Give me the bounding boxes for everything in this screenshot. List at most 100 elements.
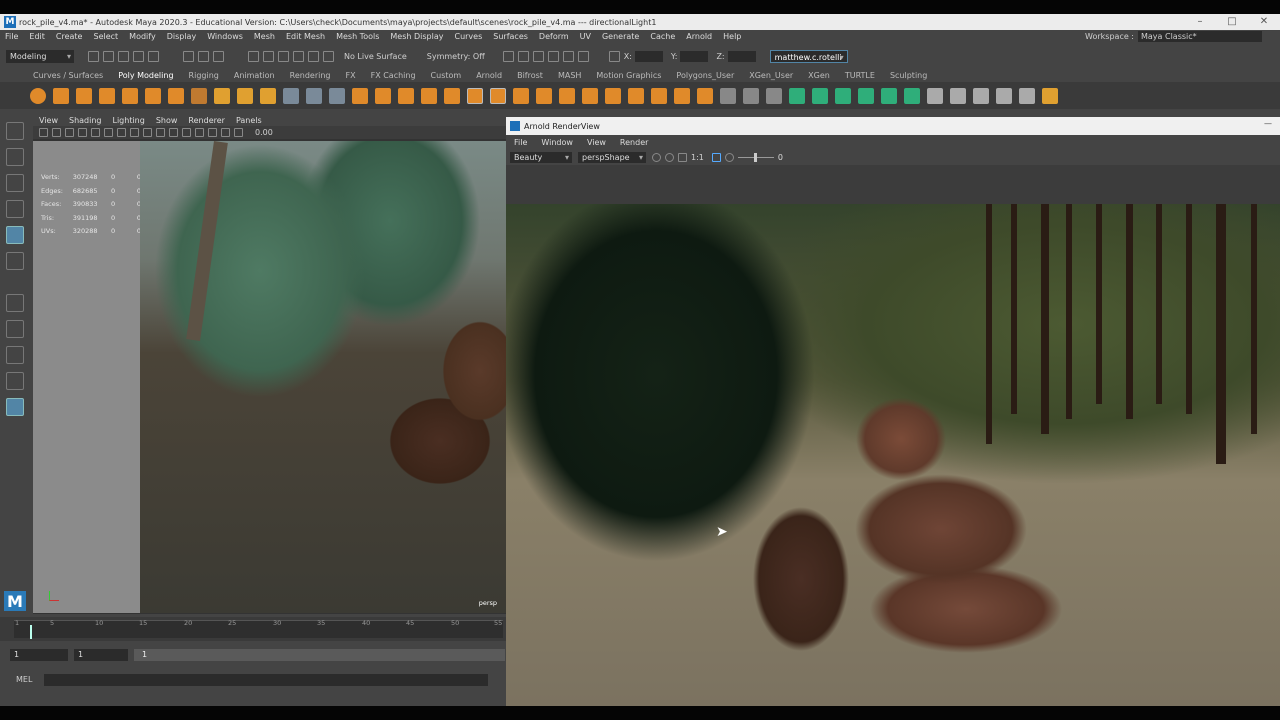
menu-display[interactable]: Display (167, 32, 197, 41)
render-frame-icon[interactable] (502, 50, 514, 62)
grid-toggle-icon[interactable] (91, 128, 100, 137)
pivot-tool-icon[interactable] (306, 87, 322, 104)
current-frame-marker[interactable] (30, 625, 32, 639)
shelf-tab-xgen-user[interactable]: XGen_User (749, 71, 793, 80)
magnet-icon[interactable] (323, 50, 334, 62)
camera-select-icon[interactable] (39, 128, 48, 137)
ipr-render-icon[interactable] (517, 50, 529, 62)
multi-cut-icon[interactable] (720, 87, 736, 104)
menu-deform[interactable]: Deform (539, 32, 569, 41)
mirror-icon[interactable] (444, 87, 460, 104)
lights-icon[interactable] (169, 128, 178, 137)
pause-icon[interactable] (577, 50, 589, 62)
xray-icon[interactable] (208, 128, 217, 137)
select-hierarchy-icon[interactable] (183, 50, 194, 62)
z-field[interactable] (727, 50, 756, 62)
bookmark-icon[interactable] (65, 128, 74, 137)
uv-spherical-icon[interactable] (835, 87, 851, 104)
maximize-button[interactable]: □ (1216, 14, 1248, 30)
camera-attributes-icon[interactable] (52, 128, 61, 137)
shelf-tab-custom[interactable]: Custom (431, 71, 462, 80)
shelf-tab-turtle[interactable]: TURTLE (845, 71, 875, 80)
separate-icon[interactable] (375, 87, 391, 104)
poly-disc-icon[interactable] (168, 87, 184, 104)
redo-icon[interactable] (148, 50, 159, 62)
exposure-icon[interactable] (234, 128, 243, 137)
save-scene-icon[interactable] (118, 50, 129, 62)
uv-grid-icon[interactable] (973, 87, 989, 104)
rotate-tool-icon[interactable] (6, 226, 24, 244)
snap-surface-icon[interactable] (308, 50, 319, 62)
poly-sphere-icon[interactable] (30, 87, 46, 104)
two-pane-layout-icon[interactable] (6, 372, 24, 390)
poke-icon[interactable] (674, 87, 690, 104)
isolate-icon[interactable] (221, 128, 230, 137)
live-surface-field[interactable]: No Live Surface (344, 52, 407, 61)
merge-icon[interactable] (628, 87, 644, 104)
range-slider[interactable]: 1 (134, 649, 505, 661)
uv-editor-icon[interactable] (996, 87, 1012, 104)
ambient-occlusion-icon[interactable] (195, 128, 204, 137)
shelf-tab-polygons-user[interactable]: Polygons_User (676, 71, 734, 80)
exposure-slider-handle[interactable] (753, 152, 757, 162)
menu-uv[interactable]: UV (580, 32, 591, 41)
viewport-menu-show[interactable]: Show (156, 116, 178, 125)
poly-cube-icon[interactable] (53, 87, 69, 104)
soft-select-icon[interactable] (6, 320, 24, 338)
region-render-icon[interactable] (665, 152, 674, 162)
shelf-tab-animation[interactable]: Animation (234, 71, 275, 80)
super-shape-icon[interactable] (214, 87, 230, 104)
select-component-icon[interactable] (213, 50, 224, 62)
fill-hole-icon[interactable] (605, 87, 621, 104)
platonic-solid-icon[interactable] (191, 87, 207, 104)
exposure-icon[interactable] (724, 152, 734, 162)
menu-generate[interactable]: Generate (602, 32, 639, 41)
menu-select[interactable]: Select (93, 32, 118, 41)
edge-loop-icon[interactable] (743, 87, 759, 104)
append-icon[interactable] (582, 87, 598, 104)
shelf-tab-rendering[interactable]: Rendering (290, 71, 331, 80)
new-scene-icon[interactable] (88, 50, 99, 62)
crop-region-icon[interactable] (711, 152, 721, 162)
playback-start-field[interactable]: 1 (74, 649, 128, 661)
shelf-tab-rigging[interactable]: Rigging (189, 71, 219, 80)
lasso-tool-icon[interactable] (6, 148, 24, 166)
time-slider[interactable]: 1 5 10 15 20 25 30 35 40 45 50 55 (0, 617, 507, 641)
outliner-layout-icon[interactable] (6, 398, 24, 416)
shelf-tab-mash[interactable]: MASH (558, 71, 581, 80)
smooth-shade-icon[interactable] (143, 128, 152, 137)
boolean-icon[interactable] (421, 87, 437, 104)
shelf-tab-curves-surfaces[interactable]: Curves / Surfaces (33, 71, 103, 80)
symmetry-field[interactable]: Symmetry: Off (427, 52, 485, 61)
viewport-3d-scene[interactable]: persp (140, 141, 507, 613)
x-field[interactable] (634, 50, 663, 62)
poly-cone-icon[interactable] (99, 87, 115, 104)
render-view-menu-render[interactable]: Render (620, 138, 648, 147)
range-start-field[interactable]: 1 (10, 649, 68, 661)
uv-layout-icon[interactable] (904, 87, 920, 104)
extrude-icon[interactable] (513, 87, 529, 104)
wedge-icon[interactable] (697, 87, 713, 104)
menu-arnold[interactable]: Arnold (686, 32, 712, 41)
snap-point-icon[interactable] (278, 50, 289, 62)
render-view-minimize-button[interactable]: — (1264, 119, 1272, 128)
render-view-menu-file[interactable]: File (514, 138, 527, 147)
shelf-tab-arnold[interactable]: Arnold (476, 71, 502, 80)
render-refresh-icon[interactable] (652, 152, 661, 162)
snap-view-icon[interactable] (293, 50, 304, 62)
select-tool-icon[interactable] (6, 122, 24, 140)
menu-curves[interactable]: Curves (454, 32, 482, 41)
camera-dropdown[interactable]: perspShape (578, 151, 646, 163)
uv-planar-icon[interactable] (789, 87, 805, 104)
single-pane-layout-icon[interactable] (6, 346, 24, 364)
uv-automatic-icon[interactable] (858, 87, 874, 104)
shelf-tab-sculpting[interactable]: Sculpting (890, 71, 927, 80)
snap-grid-icon[interactable] (248, 50, 259, 62)
shelf-tab-fx[interactable]: FX (346, 71, 356, 80)
exposure-value[interactable]: 0 (778, 153, 783, 162)
shelf-tab-xgen[interactable]: XGen (808, 71, 830, 80)
transform-field-icon[interactable] (608, 50, 620, 62)
sew-uv-icon[interactable] (950, 87, 966, 104)
textured-icon[interactable] (156, 128, 165, 137)
render-view-menu-view[interactable]: View (587, 138, 606, 147)
